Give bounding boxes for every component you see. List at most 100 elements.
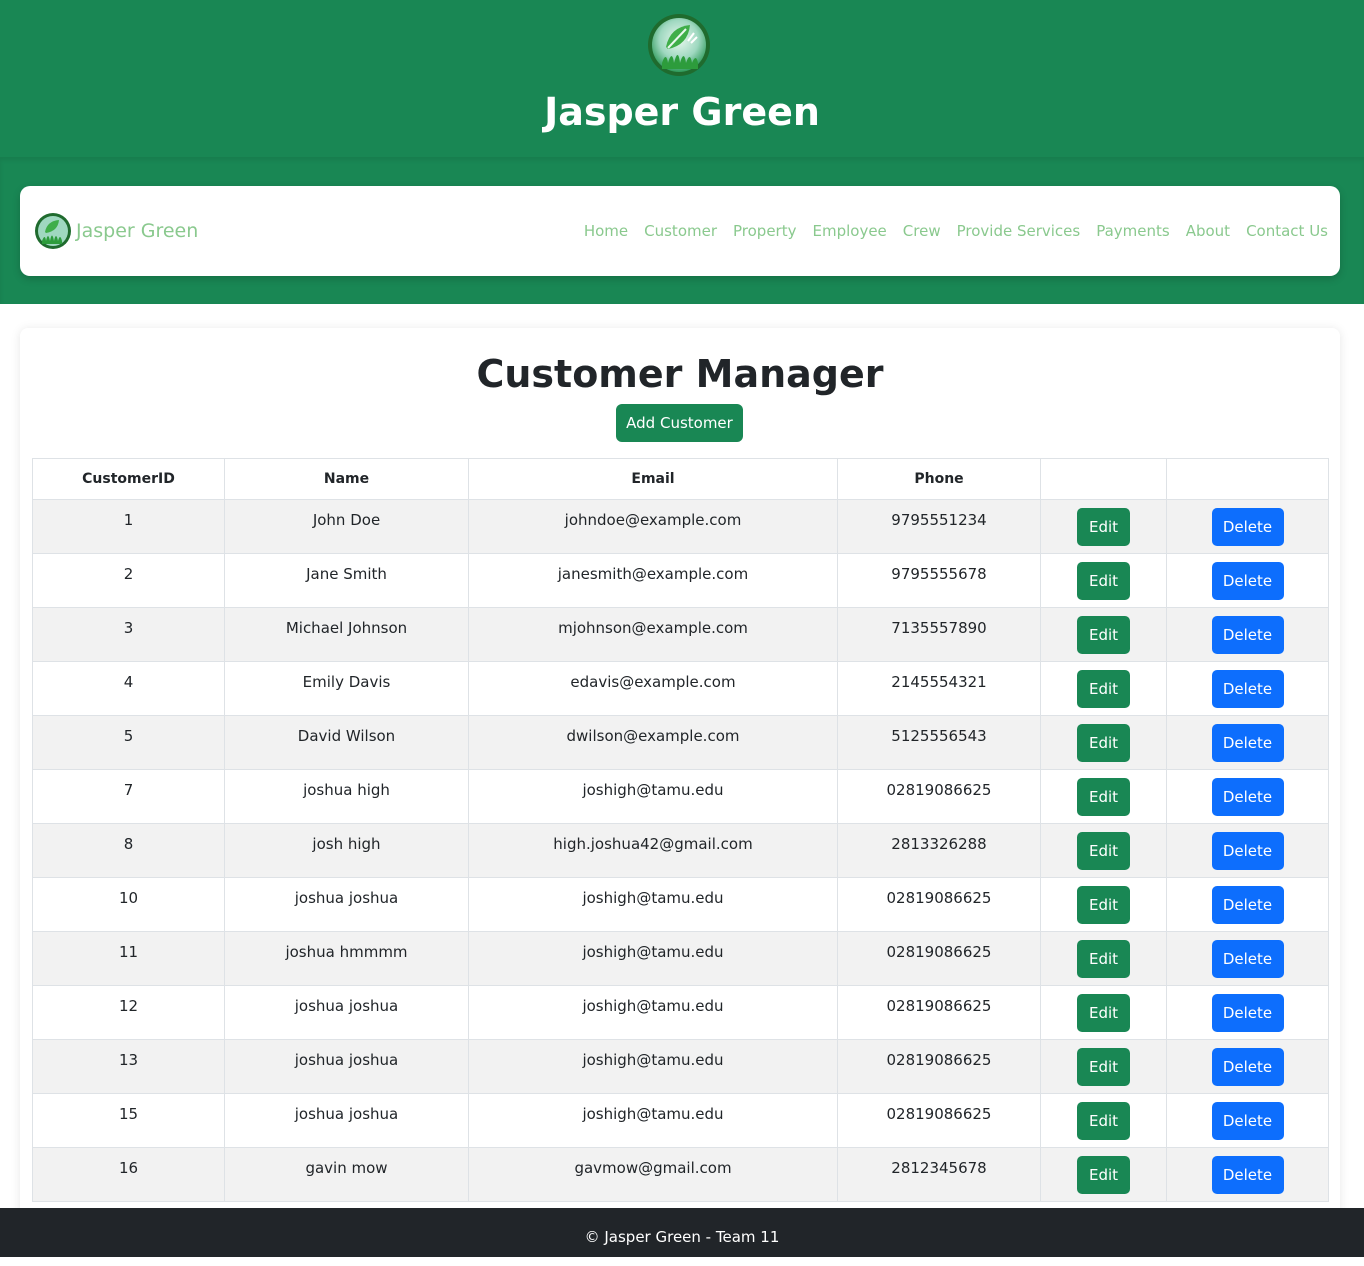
cell-name: gavin mow — [224, 1147, 469, 1202]
table-row: 11 joshua hmmmm joshigh@tamu.edu 0281908662… — [32, 931, 1329, 986]
edit-button[interactable]: Edit — [1077, 777, 1130, 816]
edit-button[interactable]: Edit — [1077, 993, 1130, 1032]
page-title: Customer Manager — [476, 352, 884, 396]
delete-button[interactable]: Delete — [1211, 615, 1284, 654]
delete-button[interactable]: Delete — [1211, 723, 1284, 762]
edit-button[interactable]: Edit — [1077, 885, 1130, 924]
table-row: 8 josh high high.joshua42@gmail.com 2813326… — [32, 823, 1329, 878]
nav-link-about[interactable]: About — [1186, 222, 1230, 240]
table-row: 15 joshua joshua joshigh@tamu.edu 028190866… — [32, 1093, 1329, 1148]
navbar: Jasper Green Home Customer Property Empl… — [20, 186, 1340, 276]
cell-phone: 7135557890 — [837, 607, 1041, 662]
table-row: 4 Emily Davis edavis@example.com 2145554321… — [32, 661, 1329, 716]
cell-edit: Edit — [1040, 769, 1167, 824]
cell-phone: 2813326288 — [837, 823, 1041, 878]
cell-phone: 5125556543 — [837, 715, 1041, 770]
cell-name: Michael Johnson — [224, 607, 469, 662]
nav-link-crew[interactable]: Crew — [903, 222, 941, 240]
column-header-name: Name — [224, 458, 469, 500]
nav-link-home[interactable]: Home — [584, 222, 628, 240]
delete-button[interactable]: Delete — [1211, 939, 1284, 978]
cell-edit: Edit — [1040, 499, 1167, 554]
cell-delete: Delete — [1166, 985, 1329, 1040]
nav-links: Home Customer Property Employee Crew Pro… — [568, 220, 1328, 242]
edit-button[interactable]: Edit — [1077, 939, 1130, 978]
page-content: Jasper Green Jasper Green Home Customer … — [0, 0, 1364, 1208]
nav-link-employee[interactable]: Employee — [813, 222, 887, 240]
delete-button[interactable]: Delete — [1211, 777, 1284, 816]
nav-link-payments[interactable]: Payments — [1096, 222, 1169, 240]
delete-button[interactable]: Delete — [1211, 1101, 1284, 1140]
table-row: 12 joshua joshua joshigh@tamu.edu 028190866… — [32, 985, 1329, 1040]
delete-button[interactable]: Delete — [1211, 669, 1284, 708]
cell-delete: Delete — [1166, 715, 1329, 770]
nav-link-property[interactable]: Property — [733, 222, 796, 240]
cell-phone: 9795555678 — [837, 553, 1041, 608]
cell-phone: 02819086625 — [837, 1039, 1041, 1094]
cell-delete: Delete — [1166, 877, 1329, 932]
site-header: Jasper Green — [0, 0, 1364, 157]
table-row: 10 joshua joshua joshigh@tamu.edu 028190866… — [32, 877, 1329, 932]
navbar-brand[interactable]: Jasper Green — [35, 213, 198, 249]
nav-link-contact-us[interactable]: Contact Us — [1246, 222, 1328, 240]
column-header-customerid: CustomerID — [32, 458, 225, 500]
edit-button[interactable]: Edit — [1077, 831, 1130, 870]
delete-button[interactable]: Delete — [1211, 1155, 1284, 1194]
column-header-phone: Phone — [837, 458, 1041, 500]
leaf-grass-logo-icon — [35, 213, 71, 249]
nav-link-customer[interactable]: Customer — [644, 222, 717, 240]
delete-button[interactable]: Delete — [1211, 561, 1284, 600]
cell-edit: Edit — [1040, 1039, 1167, 1094]
cell-email: gavmow@gmail.com — [468, 1147, 838, 1202]
edit-button[interactable]: Edit — [1077, 1155, 1130, 1194]
brand-label: Jasper Green — [76, 220, 199, 242]
cell-delete: Delete — [1166, 661, 1329, 716]
edit-button[interactable]: Edit — [1077, 1101, 1130, 1140]
cell-customer-id: 5 — [32, 715, 225, 770]
customer-table: CustomerID Name Email Phone 1 John Doe joh… — [32, 458, 1329, 1202]
cell-edit: Edit — [1040, 553, 1167, 608]
cell-email: mjohnson@example.com — [468, 607, 838, 662]
cell-delete: Delete — [1166, 931, 1329, 986]
cell-edit: Edit — [1040, 715, 1167, 770]
edit-button[interactable]: Edit — [1077, 723, 1130, 762]
cell-edit: Edit — [1040, 661, 1167, 716]
delete-button[interactable]: Delete — [1211, 993, 1284, 1032]
edit-button[interactable]: Edit — [1077, 1047, 1130, 1086]
cell-edit: Edit — [1040, 1093, 1167, 1148]
edit-button[interactable]: Edit — [1077, 669, 1130, 708]
cell-phone: 02819086625 — [837, 877, 1041, 932]
cell-customer-id: 12 — [32, 985, 225, 1040]
cell-email: janesmith@example.com — [468, 553, 838, 608]
edit-button[interactable]: Edit — [1077, 615, 1130, 654]
cell-email: joshigh@tamu.edu — [468, 1093, 838, 1148]
cell-delete: Delete — [1166, 553, 1329, 608]
edit-button[interactable]: Edit — [1077, 561, 1130, 600]
cell-name: joshua joshua — [224, 1093, 469, 1148]
cell-email: dwilson@example.com — [468, 715, 838, 770]
cell-delete: Delete — [1166, 607, 1329, 662]
nav-link-provide-services[interactable]: Provide Services — [957, 222, 1081, 240]
leaf-grass-logo-icon — [648, 14, 710, 76]
cell-customer-id: 4 — [32, 661, 225, 716]
delete-button[interactable]: Delete — [1211, 831, 1284, 870]
cell-edit: Edit — [1040, 1147, 1167, 1202]
cell-email: joshigh@tamu.edu — [468, 1039, 838, 1094]
column-header-email: Email — [468, 458, 838, 500]
cell-name: josh high — [224, 823, 469, 878]
edit-button[interactable]: Edit — [1077, 507, 1130, 546]
nav-band: Jasper Green Home Customer Property Empl… — [0, 157, 1364, 304]
cell-name: joshua hmmmm — [224, 931, 469, 986]
cell-customer-id: 13 — [32, 1039, 225, 1094]
table-row: 3 Michael Johnson mjohnson@example.com 7135… — [32, 607, 1329, 662]
cell-name: joshua high — [224, 769, 469, 824]
delete-button[interactable]: Delete — [1211, 1047, 1284, 1086]
cell-delete: Delete — [1166, 1093, 1329, 1148]
cell-customer-id: 16 — [32, 1147, 225, 1202]
cell-delete: Delete — [1166, 823, 1329, 878]
delete-button[interactable]: Delete — [1211, 885, 1284, 924]
add-customer-button[interactable]: Add Customer — [616, 404, 743, 442]
cell-name: joshua joshua — [224, 1039, 469, 1094]
delete-button[interactable]: Delete — [1211, 507, 1284, 546]
cell-edit: Edit — [1040, 985, 1167, 1040]
